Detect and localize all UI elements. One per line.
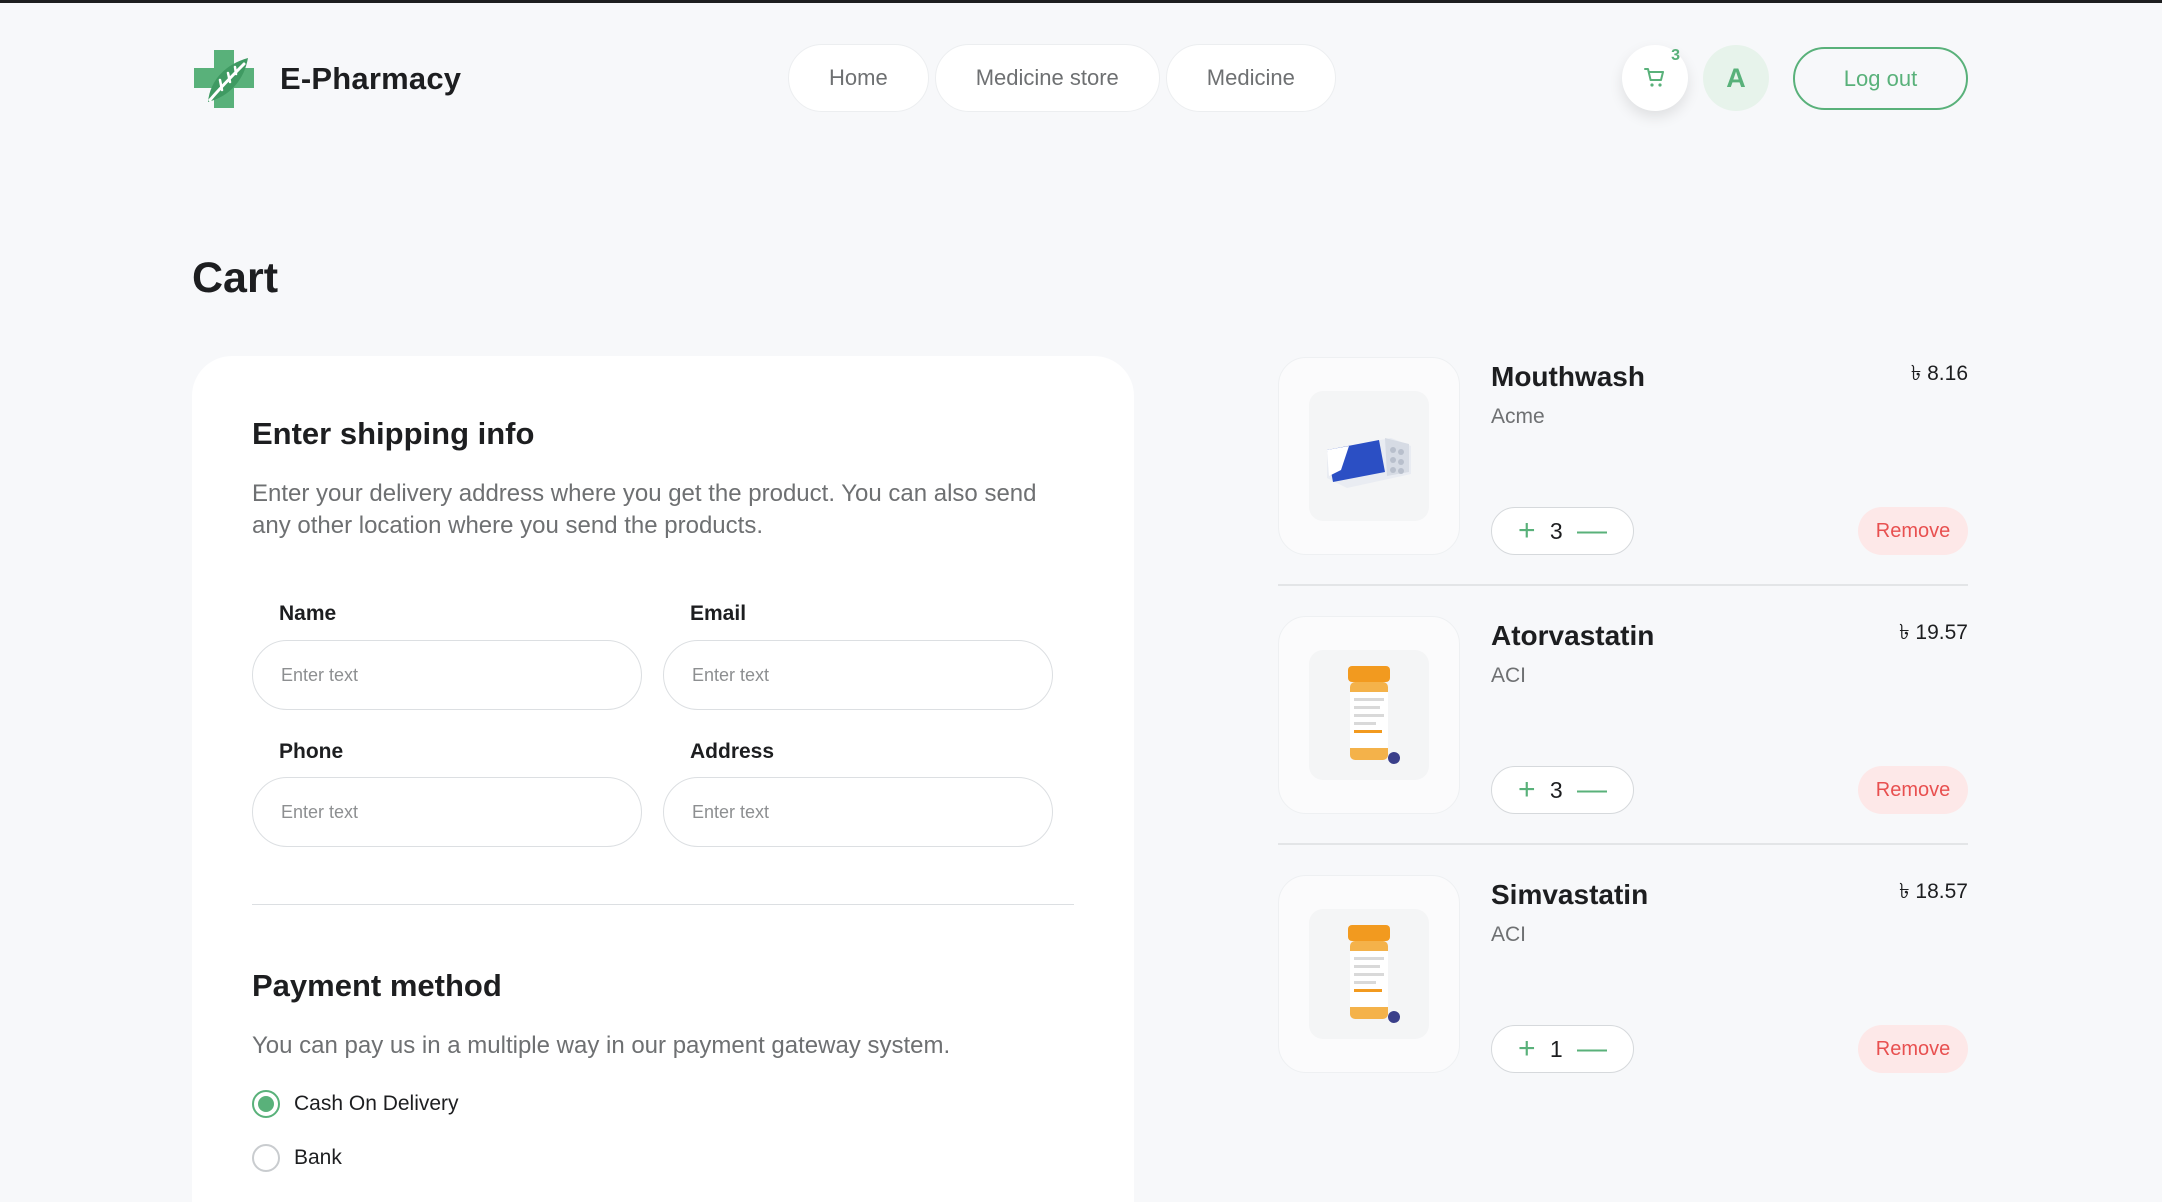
- main-nav: Home Medicine store Medicine: [788, 44, 1336, 112]
- leaf-cross-icon: [194, 50, 254, 108]
- payment-option-bank[interactable]: Bank: [252, 1144, 342, 1172]
- address-label: Address: [690, 740, 775, 763]
- address-field[interactable]: [663, 777, 1053, 847]
- shipping-description: Enter your delivery address where you ge…: [252, 480, 1037, 539]
- shipping-card: Enter shipping info Enter your delivery …: [192, 356, 1134, 1202]
- phone-label: Phone: [279, 740, 344, 763]
- product-name[interactable]: Simvastatin: [1491, 879, 1648, 911]
- payment-title: Payment method: [252, 968, 502, 1003]
- product-price: ৳ 18.57: [1899, 880, 1968, 903]
- nav-medicine-store[interactable]: Medicine store: [934, 44, 1160, 112]
- phone-field[interactable]: [252, 777, 642, 847]
- minus-icon[interactable]: —: [1577, 775, 1607, 805]
- user-avatar[interactable]: A: [1703, 45, 1769, 111]
- pill-bottle-image: [1309, 909, 1429, 1039]
- product-brand: ACI: [1491, 923, 1527, 946]
- logout-button[interactable]: Log out: [1793, 47, 1968, 110]
- email-field[interactable]: [663, 640, 1053, 710]
- quantity-value: 1: [1549, 1035, 1563, 1062]
- quantity-stepper: + 1 —: [1491, 1025, 1634, 1073]
- payment-option-cash[interactable]: Cash On Delivery: [252, 1090, 459, 1118]
- window-top-border: [0, 0, 2162, 3]
- product-price: ৳ 8.16: [1910, 362, 1968, 385]
- product-price: ৳ 19.57: [1899, 621, 1968, 644]
- brand-name: E-Pharmacy: [280, 61, 462, 96]
- remove-button[interactable]: Remove: [1858, 507, 1968, 555]
- item-divider: [1278, 843, 1968, 845]
- name-label: Name: [279, 602, 337, 625]
- quantity-stepper: + 3 —: [1491, 766, 1634, 814]
- payment-description: You can pay us in a multiple way in our …: [252, 1032, 951, 1059]
- cart-button[interactable]: 3: [1622, 45, 1688, 111]
- cart-count-badge: 3: [1671, 47, 1680, 64]
- cart-item: Atorvastatin ACI ৳ 19.57 + 3 — Remove: [1278, 616, 1968, 816]
- remove-button[interactable]: Remove: [1858, 766, 1968, 814]
- product-name[interactable]: Atorvastatin: [1491, 620, 1654, 652]
- pill-bottle-image: [1309, 650, 1429, 780]
- plus-icon[interactable]: +: [1518, 1034, 1536, 1064]
- product-brand: Acme: [1491, 405, 1545, 428]
- minus-icon[interactable]: —: [1577, 516, 1607, 546]
- cart-icon: [1644, 68, 1664, 87]
- pill-box-image: [1309, 391, 1429, 521]
- plus-icon[interactable]: +: [1518, 775, 1536, 805]
- product-image: [1278, 616, 1460, 814]
- item-divider: [1278, 584, 1968, 586]
- brand-logo[interactable]: E-Pharmacy: [192, 46, 461, 112]
- radio-checked-icon[interactable]: [252, 1090, 280, 1118]
- page-title: Cart: [192, 254, 279, 302]
- name-field[interactable]: [252, 640, 642, 710]
- nav-medicine[interactable]: Medicine: [1165, 44, 1336, 112]
- product-image: [1278, 875, 1460, 1073]
- nav-home[interactable]: Home: [788, 44, 929, 112]
- payment-option-label: Cash On Delivery: [294, 1092, 459, 1115]
- minus-icon[interactable]: —: [1577, 1034, 1607, 1064]
- product-name[interactable]: Mouthwash: [1491, 361, 1645, 393]
- cart-item: Simvastatin ACI ৳ 18.57 + 1 — Remove: [1278, 875, 1968, 1075]
- quantity-value: 3: [1549, 776, 1563, 803]
- quantity-stepper: + 3 —: [1491, 507, 1634, 555]
- email-label: Email: [690, 602, 747, 625]
- section-divider: [252, 904, 1074, 905]
- cart-item: Mouthwash Acme ৳ 8.16 + 3 — Remove: [1278, 357, 1968, 557]
- payment-option-label: Bank: [294, 1146, 342, 1169]
- quantity-value: 3: [1549, 517, 1563, 544]
- remove-button[interactable]: Remove: [1858, 1025, 1968, 1073]
- product-brand: ACI: [1491, 664, 1527, 687]
- product-image: [1278, 357, 1460, 555]
- radio-unchecked-icon[interactable]: [252, 1144, 280, 1172]
- plus-icon[interactable]: +: [1518, 516, 1536, 546]
- shipping-title: Enter shipping info: [252, 416, 535, 451]
